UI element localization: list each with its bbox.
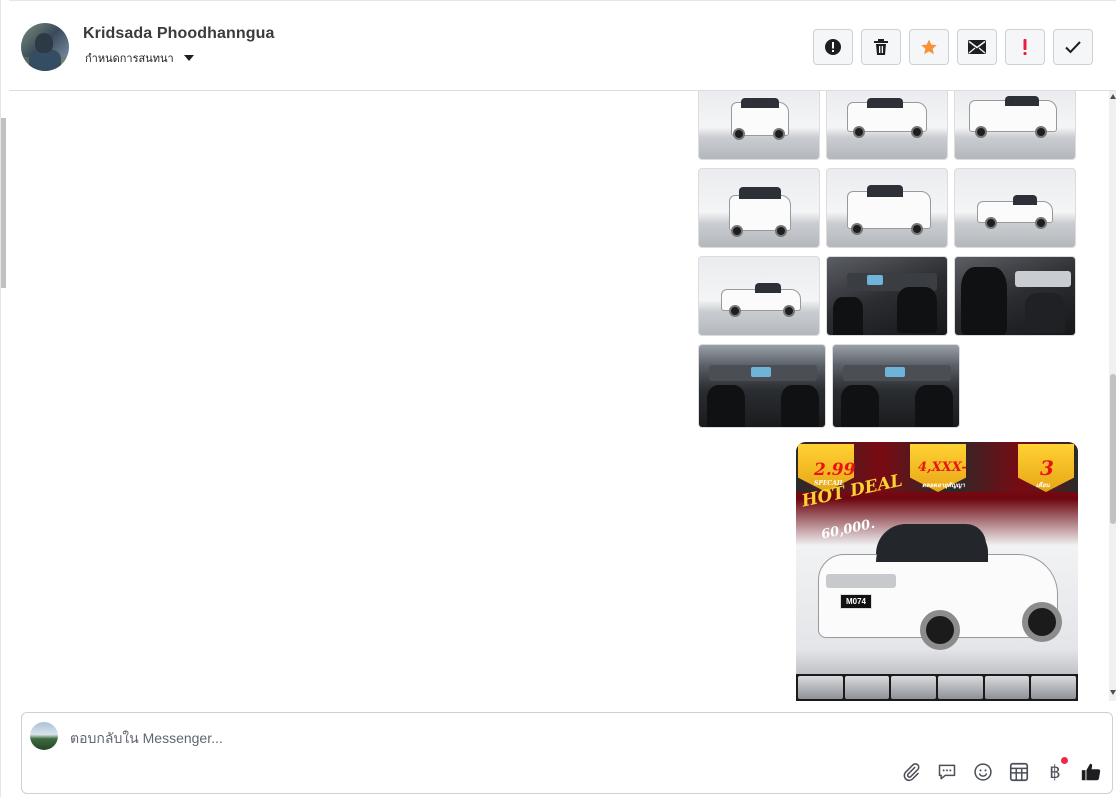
promo-image-attachment[interactable]: 2.99 SPECAIL 4,XXX- ตลอดอายุสัญญา 3 เดือ… [796,442,1078,701]
notification-dot [1061,757,1068,764]
saved-replies-button[interactable] [936,761,958,783]
star-button[interactable] [909,29,949,65]
left-scrollbar-thumb[interactable] [1,118,6,288]
emoji-button[interactable] [972,761,994,783]
poster-installment-label: ตลอดอายุสัญญา [922,482,965,489]
payment-button[interactable]: ฿ [1044,757,1068,783]
caret-down-icon [183,55,194,61]
conversation-header: Kridsada Phoodhanngua กำหนดการสนทนา [9,0,1116,91]
photo-attachment[interactable] [826,256,948,336]
photo-attachment[interactable] [698,168,820,248]
mark-unread-button[interactable] [957,29,997,65]
photo-attachment[interactable] [832,344,960,428]
conversation-settings-dropdown[interactable]: กำหนดการสนทนา [85,49,194,67]
check-icon [1065,41,1081,54]
thumbs-up-icon [1081,763,1101,781]
envelope-icon [968,40,986,54]
reply-input[interactable]: ตอบกลับใน Messenger... [70,728,223,750]
photo-attachment[interactable] [698,256,820,336]
paperclip-icon [903,763,920,782]
report-icon [825,39,841,55]
baht-icon: ฿ [1049,761,1061,783]
inbox-frame: Kridsada Phoodhanngua กำหนดการสนทนา 2.99… [0,0,1116,797]
contact-name[interactable]: Kridsada Phoodhanngua [83,25,274,43]
like-button[interactable] [1080,761,1102,783]
mark-done-button[interactable] [1053,29,1093,65]
photo-attachment[interactable] [826,91,948,160]
scroll-up-arrow-icon[interactable] [1110,94,1116,99]
emoji-icon [974,763,992,781]
header-actions [813,29,1093,65]
photo-attachment[interactable] [698,91,820,160]
poster-installment: 4,XXX- [918,460,967,475]
photo-attachment[interactable] [698,344,826,428]
photo-attachment[interactable] [954,91,1076,160]
poster-months-label: เดือน [1036,482,1050,489]
star-icon [921,39,937,55]
photo-attachment[interactable] [954,168,1076,248]
conversation-area: 2.99 SPECAIL 4,XXX- ตลอดอายุสัญญา 3 เดือ… [9,91,1109,701]
conversation-settings-label: กำหนดการสนทนา [85,53,174,65]
avatar[interactable] [21,23,69,71]
poster-plate: M074 [840,594,872,609]
scroll-down-arrow-icon[interactable] [1110,690,1116,695]
photo-attachment[interactable] [954,256,1076,336]
delete-button[interactable] [861,29,901,65]
report-button[interactable] [813,29,853,65]
attach-button[interactable] [900,761,922,783]
chat-bubble-icon [938,764,956,780]
poster-months: 3 [1040,456,1054,480]
table-icon [1009,762,1029,782]
photo-attachment[interactable] [826,168,948,248]
exclamation-icon [1023,39,1027,55]
composer-tools: ฿ [900,757,1102,783]
page-avatar [30,722,58,750]
mark-spam-button[interactable] [1005,29,1045,65]
poster-rate: 2.99 [814,460,856,480]
appointment-button[interactable] [1008,761,1030,783]
scrollbar-thumb[interactable] [1110,374,1116,524]
trash-icon [874,39,888,55]
reply-composer[interactable]: ตอบกลับใน Messenger... ฿ [21,712,1113,794]
